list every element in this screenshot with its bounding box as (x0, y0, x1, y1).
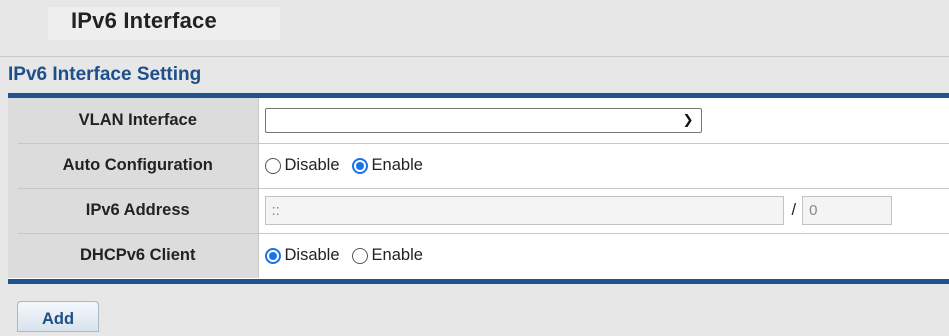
dhcpv6-disable-radio[interactable] (265, 248, 281, 264)
chevron-down-icon: ❯ (683, 112, 694, 128)
auto-config-disable-label[interactable]: Disable (285, 156, 340, 175)
vlan-interface-label: VLAN Interface (13, 98, 258, 143)
ipv6-interface-form: VLAN Interface ❯ Auto Configuration Disa… (8, 93, 949, 284)
section-title: IPv6 Interface Setting (8, 64, 201, 86)
dhcpv6-enable-radio[interactable] (352, 248, 368, 264)
prefix-separator: / (792, 201, 797, 219)
auto-config-disable-radio[interactable] (265, 158, 281, 174)
ipv6-address-label: IPv6 Address (13, 188, 258, 233)
auto-config-enable-radio[interactable] (352, 158, 368, 174)
auto-configuration-label: Auto Configuration (13, 143, 258, 188)
dhcpv6-client-cell: Disable Enable (258, 233, 949, 278)
page-title: IPv6 Interface (71, 8, 217, 34)
dhcpv6-client-label: DHCPv6 Client (13, 233, 258, 278)
settings-table: VLAN Interface ❯ Auto Configuration Disa… (8, 98, 949, 278)
dhcpv6-disable-label[interactable]: Disable (285, 246, 340, 265)
auto-configuration-row: Auto Configuration Disable Enable (13, 143, 949, 188)
ipv6-address-row: IPv6 Address ::/ 0 (13, 188, 949, 233)
ipv6-address-input[interactable]: :: (265, 196, 784, 225)
dhcpv6-enable-label[interactable]: Enable (372, 246, 423, 265)
add-button[interactable]: Add (17, 301, 99, 332)
auto-config-enable-label[interactable]: Enable (372, 156, 423, 175)
dhcpv6-client-row: DHCPv6 Client Disable Enable (13, 233, 949, 278)
page-header: IPv6 Interface (0, 0, 949, 57)
auto-configuration-cell: Disable Enable (258, 143, 949, 188)
vlan-interface-select[interactable]: ❯ (265, 108, 702, 133)
prefix-length-input[interactable]: 0 (802, 196, 892, 225)
ipv6-address-cell: ::/ 0 (258, 188, 949, 233)
vlan-interface-row: VLAN Interface ❯ (13, 98, 949, 143)
vlan-interface-cell: ❯ (258, 98, 949, 143)
dhcpv6-client-radio-group: Disable Enable (265, 246, 949, 265)
auto-configuration-radio-group: Disable Enable (265, 156, 949, 175)
